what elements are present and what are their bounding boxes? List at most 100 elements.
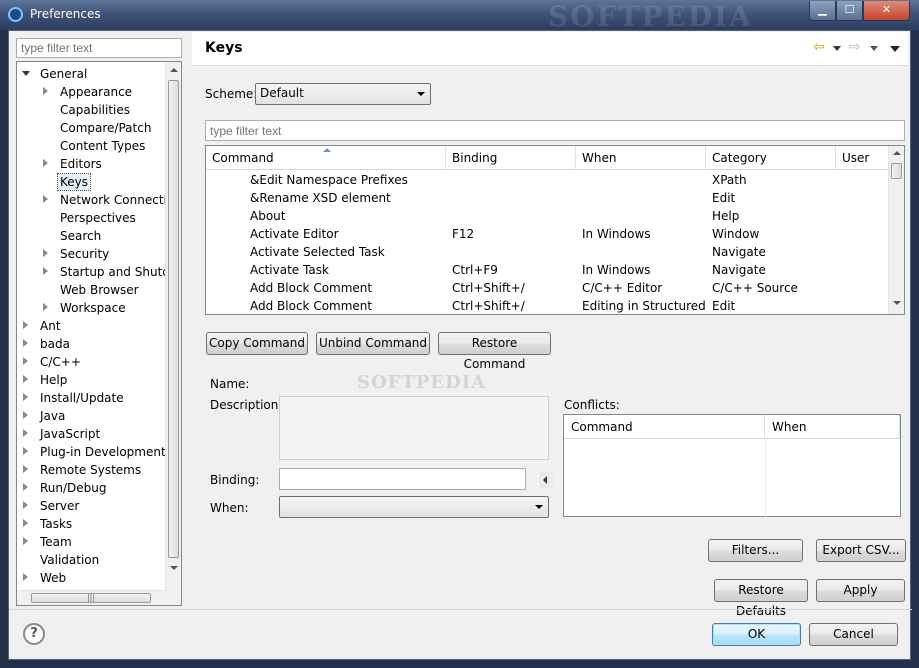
collapsed-arrow-icon[interactable] <box>23 465 28 473</box>
unbind-command-button[interactable]: Unbind Command <box>316 332 430 355</box>
column-header-binding[interactable]: Binding <box>446 146 576 170</box>
forward-history-dropdown-icon[interactable] <box>870 46 878 51</box>
collapsed-arrow-icon[interactable] <box>43 249 48 257</box>
ok-button[interactable]: OK <box>712 623 801 646</box>
collapsed-arrow-icon[interactable] <box>43 195 48 203</box>
conflicts-column-command[interactable]: Command <box>564 415 765 439</box>
table-vertical-scrollbar[interactable] <box>888 146 904 314</box>
table-row[interactable]: About Help <box>206 207 890 225</box>
view-menu-icon[interactable] <box>890 46 900 52</box>
table-row[interactable]: Activate Editor F12 In Windows Window <box>206 225 890 243</box>
collapsed-arrow-icon[interactable] <box>23 321 28 329</box>
collapsed-arrow-icon[interactable] <box>23 483 28 491</box>
binding-field[interactable] <box>279 468 526 490</box>
title-bar[interactable]: Preferences SOFTPEDIA ▁ ☐ ✕ <box>0 0 919 33</box>
restore-command-button[interactable]: Restore Command <box>438 332 551 371</box>
tree-item[interactable]: bada <box>17 335 167 353</box>
tree-item[interactable]: Content Types <box>17 137 167 155</box>
scroll-down-icon[interactable] <box>170 566 178 570</box>
back-history-dropdown-icon[interactable] <box>833 46 841 51</box>
column-header-user[interactable]: User <box>836 146 890 170</box>
tree-item[interactable]: Security <box>17 245 167 263</box>
conflicts-column-when[interactable]: When <box>765 415 900 439</box>
expanded-arrow-icon[interactable] <box>22 71 30 76</box>
collapsed-arrow-icon[interactable] <box>23 573 28 581</box>
tree-scroll-thumb[interactable] <box>168 80 179 558</box>
copy-command-button[interactable]: Copy Command <box>206 332 308 355</box>
tree-item[interactable]: JavaScript <box>17 425 167 443</box>
table-row[interactable]: &Edit Namespace Prefixes XPath <box>206 171 890 189</box>
tree-item[interactable]: Keys <box>17 173 167 191</box>
table-row[interactable]: Add Block Comment Ctrl+Shift+/ C/C++ Edito… <box>206 279 890 297</box>
minimize-button[interactable]: ▁ <box>809 1 836 21</box>
scroll-up-icon[interactable] <box>893 151 901 155</box>
tree-item[interactable]: Appearance <box>17 83 167 101</box>
preference-tree[interactable]: General Appearance Capabilities Compare/Pat… <box>16 61 182 606</box>
help-icon[interactable]: ? <box>23 623 45 645</box>
table-row[interactable]: Add Block Comment Ctrl+Shift+/ Editing in … <box>206 297 890 314</box>
tree-item[interactable]: Search <box>17 227 167 245</box>
collapsed-arrow-icon[interactable] <box>23 537 28 545</box>
collapsed-arrow-icon[interactable] <box>23 447 28 455</box>
close-button[interactable]: ✕ <box>863 1 910 21</box>
export-csv-button[interactable]: Export CSV... <box>816 539 906 562</box>
column-header-category[interactable]: Category <box>706 146 836 170</box>
collapsed-arrow-icon[interactable] <box>23 375 28 383</box>
tree-item[interactable]: Tasks <box>17 515 167 533</box>
tree-item[interactable]: Capabilities <box>17 101 167 119</box>
collapsed-arrow-icon[interactable] <box>43 159 48 167</box>
tree-filter-input[interactable] <box>16 38 182 58</box>
tree-item[interactable]: Install/Update <box>17 389 167 407</box>
tree-item[interactable]: General <box>17 65 167 83</box>
tree-vertical-scrollbar[interactable] <box>165 62 181 605</box>
tree-item[interactable]: Plug-in Development <box>17 443 167 461</box>
tree-item[interactable]: Ant <box>17 317 167 335</box>
tree-item[interactable]: Startup and Shutdown <box>17 263 167 281</box>
tree-item[interactable]: Server <box>17 497 167 515</box>
scroll-down-icon[interactable] <box>893 301 901 305</box>
table-row[interactable]: &Rename XSD element Edit <box>206 189 890 207</box>
collapsed-arrow-icon[interactable] <box>23 339 28 347</box>
tree-item[interactable]: C/C++ <box>17 353 167 371</box>
command-filter-input[interactable] <box>205 120 905 141</box>
when-select[interactable] <box>279 496 549 518</box>
table-scroll-thumb[interactable] <box>891 163 902 179</box>
tree-item[interactable]: Editors <box>17 155 167 173</box>
tree-item[interactable]: Perspectives <box>17 209 167 227</box>
tree-item[interactable]: Workspace <box>17 299 167 317</box>
collapsed-arrow-icon[interactable] <box>23 393 28 401</box>
tree-item[interactable]: Validation <box>17 551 167 569</box>
apply-button[interactable]: Apply <box>816 579 905 602</box>
collapsed-arrow-icon[interactable] <box>23 411 28 419</box>
collapsed-arrow-icon[interactable] <box>43 303 48 311</box>
collapsed-arrow-icon[interactable] <box>23 501 28 509</box>
restore-defaults-button[interactable]: Restore Defaults <box>714 579 808 618</box>
collapsed-arrow-icon[interactable] <box>43 267 48 275</box>
collapsed-arrow-icon[interactable] <box>23 357 28 365</box>
tree-hscroll-thumb[interactable]: ||| <box>31 593 151 603</box>
table-row[interactable]: Activate Task Ctrl+F9 In Windows Navigate <box>206 261 890 279</box>
tree-item[interactable]: Web <box>17 569 167 587</box>
tree-horizontal-scrollbar[interactable]: ||| <box>17 590 167 605</box>
tree-item[interactable]: Team <box>17 533 167 551</box>
tree-item[interactable]: Help <box>17 371 167 389</box>
tree-item[interactable]: Remote Systems <box>17 461 167 479</box>
collapsed-arrow-icon[interactable] <box>23 519 28 527</box>
table-row[interactable]: Activate Selected Task Navigate <box>206 243 890 261</box>
cancel-button[interactable]: Cancel <box>809 623 898 646</box>
collapsed-arrow-icon[interactable] <box>43 87 48 95</box>
tree-item[interactable]: Web Browser <box>17 281 167 299</box>
conflicts-table[interactable]: Command When <box>563 414 901 517</box>
back-arrow-icon[interactable]: ⇦ <box>813 40 825 54</box>
tree-item[interactable]: Network Connections <box>17 191 167 209</box>
collapsed-arrow-icon[interactable] <box>23 429 28 437</box>
filters-button[interactable]: Filters... <box>708 539 803 562</box>
scheme-select[interactable]: Default <box>255 83 431 105</box>
tree-item[interactable]: Compare/Patch <box>17 119 167 137</box>
tree-item[interactable]: Java <box>17 407 167 425</box>
keys-table[interactable]: Command Binding When Category User &Edit… <box>205 145 905 315</box>
binding-key-menu-button[interactable] <box>539 472 553 488</box>
forward-arrow-icon[interactable]: ⇨ <box>849 40 861 54</box>
maximize-button[interactable]: ☐ <box>836 1 863 21</box>
tree-item[interactable]: Run/Debug <box>17 479 167 497</box>
